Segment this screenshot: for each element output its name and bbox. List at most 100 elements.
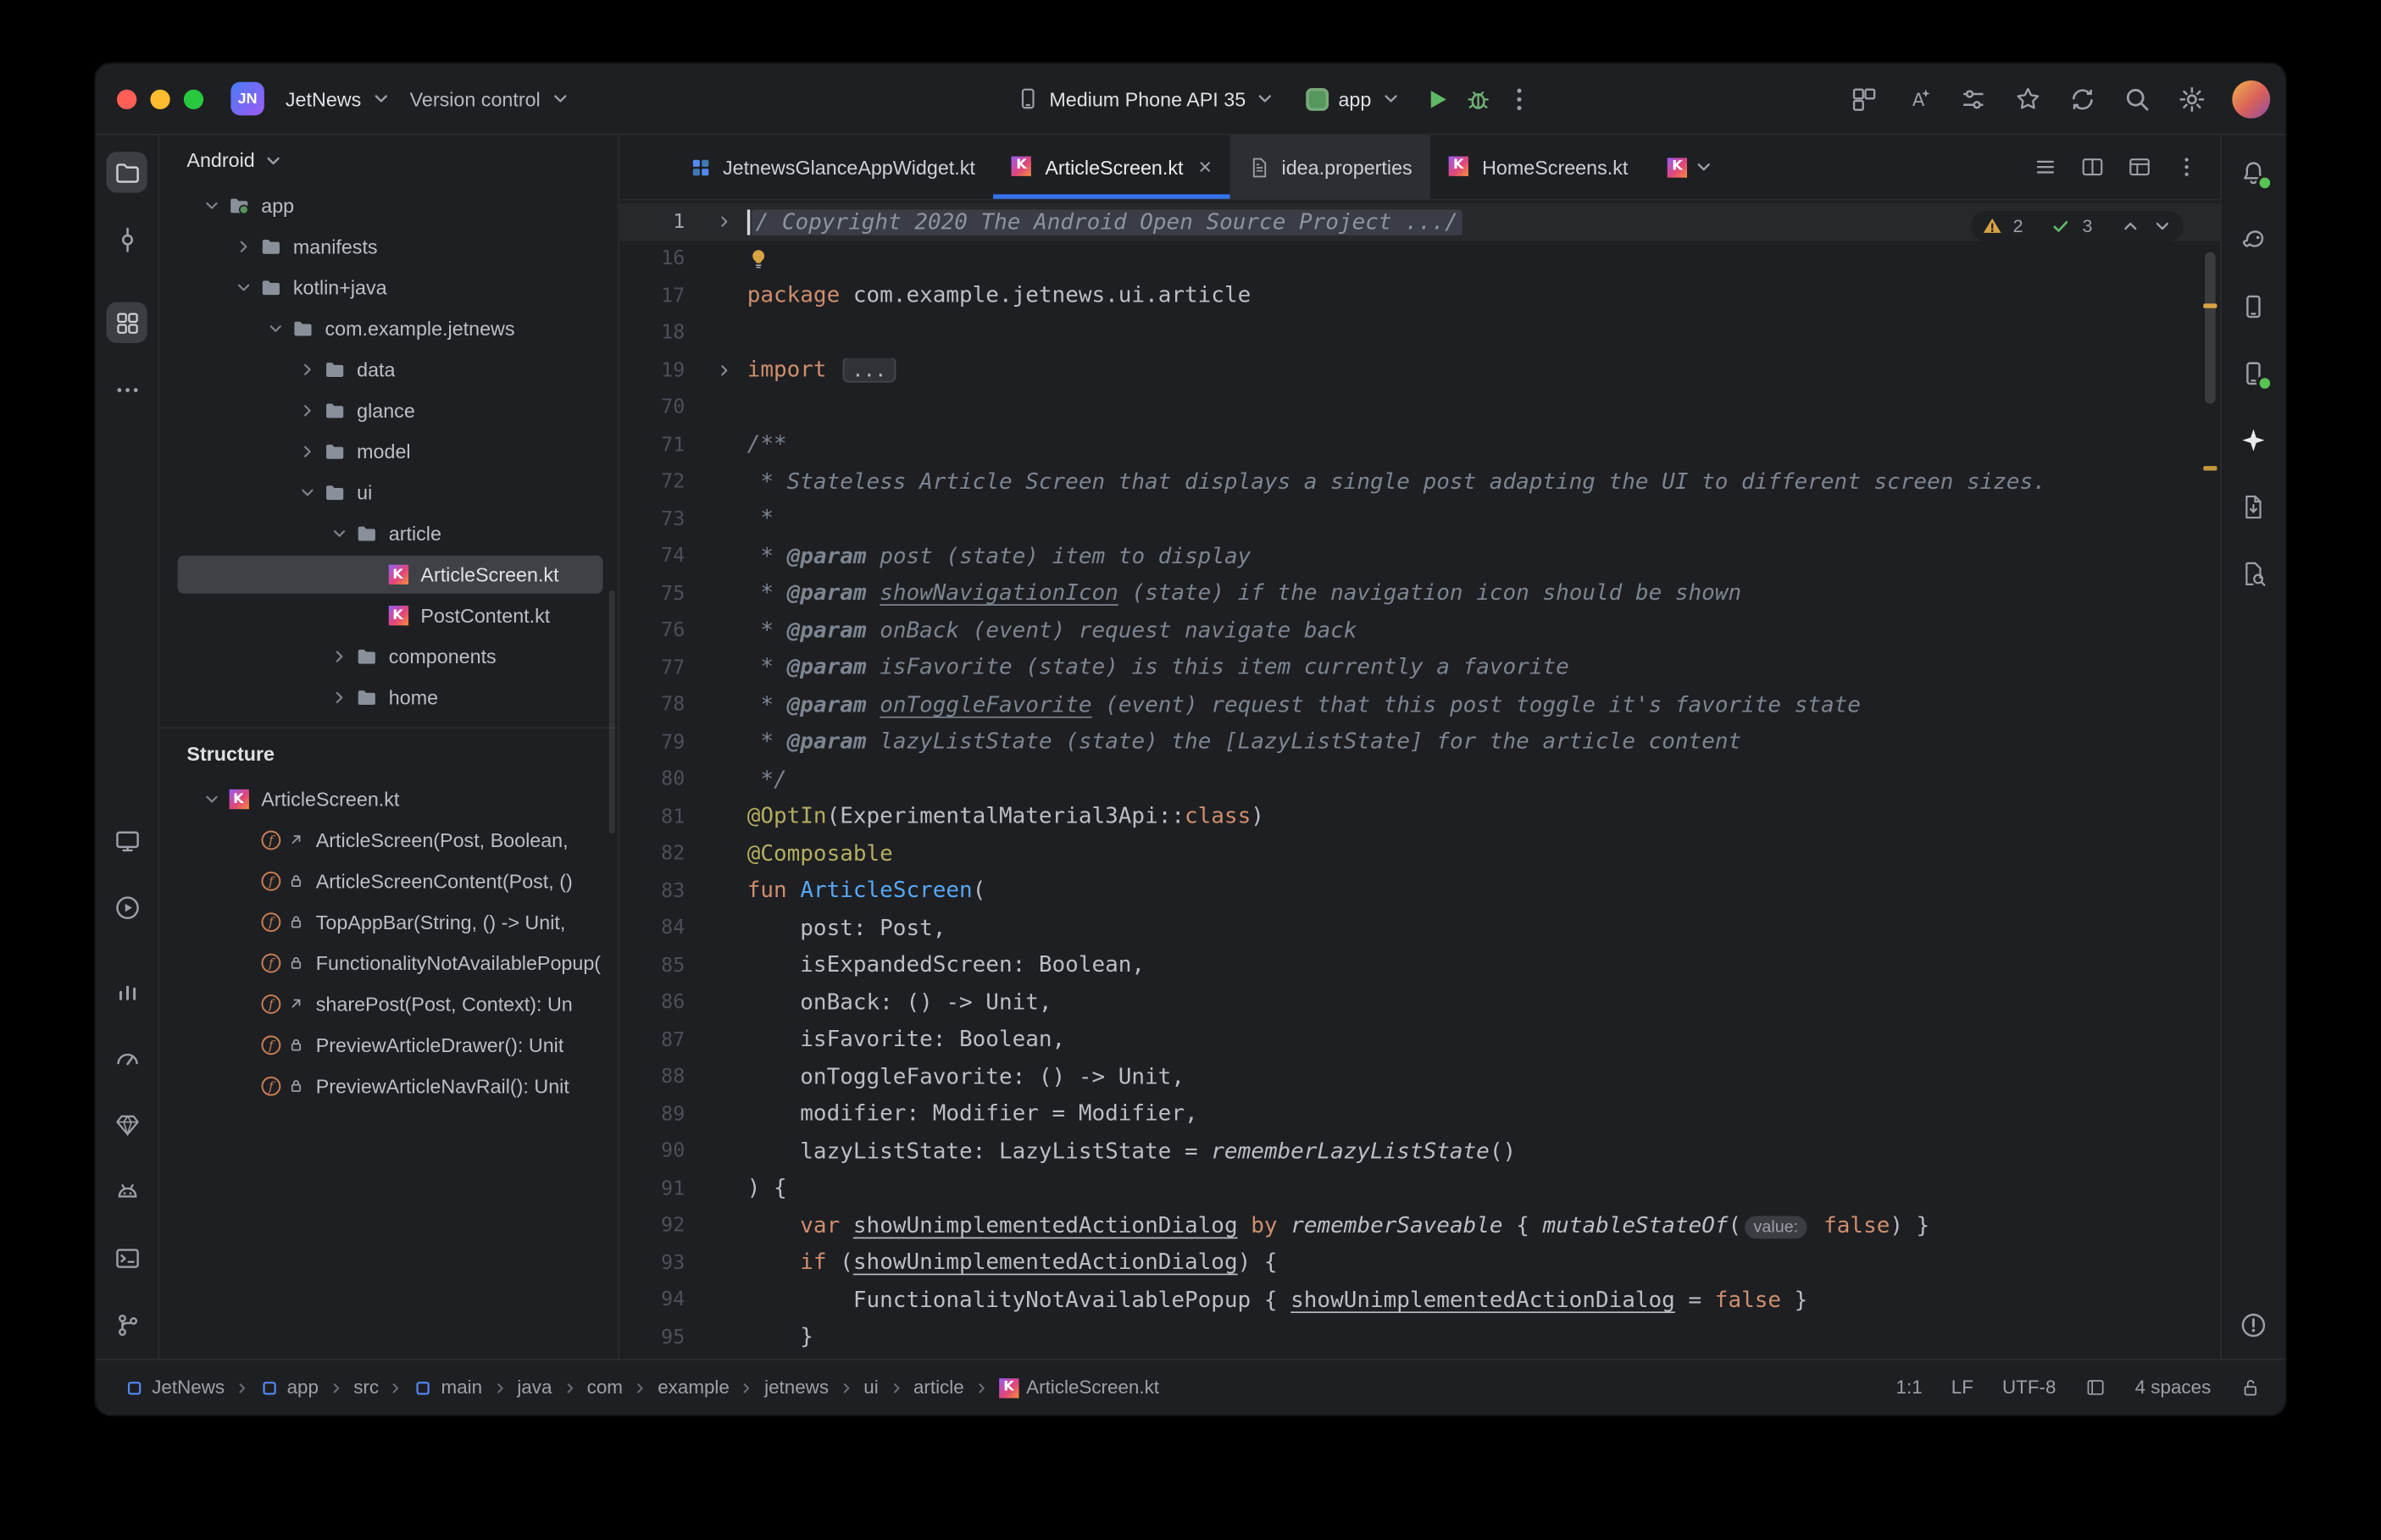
project-tree-item[interactable]: manifests	[159, 226, 618, 267]
chevron-down-icon[interactable]	[261, 317, 288, 341]
code-line[interactable]: 19import ...	[619, 352, 2220, 390]
firebase-tool-button[interactable]	[106, 1104, 147, 1144]
code-line[interactable]: 90 lazyListState: LazyListState = rememb…	[619, 1133, 2220, 1171]
code-line[interactable]: 17package com.example.jetnews.ui.article	[619, 278, 2220, 315]
project-tree-item[interactable]: KPostContent.kt	[159, 595, 618, 635]
code-line[interactable]: 74 * @param post (state) item to display	[619, 538, 2220, 575]
breadcrumb-item[interactable]: java	[513, 1374, 557, 1401]
code-editor[interactable]: 1/ Copyright 2020 The Android Open Sourc…	[619, 201, 2220, 1359]
structure-item[interactable]: fTopAppBar(String, () -> Unit,	[159, 902, 618, 943]
project-scrollbar[interactable]	[609, 590, 615, 834]
code-line[interactable]: 93 if (showUnimplementedActionDialog) {	[619, 1245, 2220, 1282]
chevron-right-icon[interactable]	[293, 440, 320, 464]
code-line[interactable]: 85 isExpandedScreen: Boolean,	[619, 947, 2220, 984]
code-line[interactable]: 79 * @param lazyListState (state) the [L…	[619, 724, 2220, 762]
view-options-button[interactable]	[1959, 84, 1988, 113]
close-button[interactable]	[117, 89, 136, 108]
structure-item[interactable]: fPreviewArticleNavRail(): Unit	[159, 1066, 618, 1106]
chevron-down-icon[interactable]	[293, 480, 320, 505]
editor-tab[interactable]: JetnewsGlanceAppWidget.kt	[671, 135, 993, 198]
more-actions-button[interactable]	[1505, 84, 1534, 113]
breadcrumb-item[interactable]: example	[653, 1374, 734, 1401]
code-line[interactable]: 89 modifier: Modifier = Modifier,	[619, 1096, 2220, 1133]
code-line[interactable]: 81@OptIn(ExperimentalMaterial3Api::class…	[619, 799, 2220, 836]
fold-marker-icon[interactable]	[685, 362, 746, 380]
notifications-button[interactable]	[2233, 152, 2273, 192]
structure-item[interactable]: fArticleScreenContent(Post, ()	[159, 861, 618, 901]
gemini-tool-button[interactable]	[2233, 419, 2273, 460]
encoding-widget[interactable]: UTF-8	[2002, 1377, 2056, 1398]
plugins-button[interactable]	[2013, 84, 2042, 113]
chevron-right-icon[interactable]	[230, 235, 257, 259]
chevron-down-icon[interactable]	[197, 193, 225, 218]
structure-item[interactable]: fFunctionalityNotAvailablePopup(	[159, 943, 618, 983]
project-view-selector[interactable]: Android	[159, 135, 618, 185]
project-tree-item[interactable]: app	[159, 186, 618, 226]
profiler-tool-button[interactable]	[106, 970, 147, 1011]
breadcrumb-item[interactable]: JetNews	[120, 1374, 230, 1401]
run-button[interactable]	[1423, 84, 1451, 113]
run-tool-button[interactable]	[106, 887, 147, 928]
code-line[interactable]: 80 */	[619, 762, 2220, 799]
project-tool-button[interactable]	[106, 152, 147, 192]
indent-widget[interactable]: 4 spaces	[2135, 1377, 2212, 1398]
commit-tool-button[interactable]	[106, 219, 147, 259]
project-tree-item[interactable]: glance	[159, 391, 618, 431]
project-tree-item[interactable]: article	[159, 513, 618, 554]
fullscreen-button[interactable]	[184, 89, 203, 108]
code-line[interactable]: 16	[619, 241, 2220, 278]
project-tree-item[interactable]: KArticleScreen.kt	[159, 554, 618, 595]
editor-layout-button[interactable]	[2128, 155, 2152, 180]
profile-avatar[interactable]	[2232, 80, 2270, 118]
editor-scrollbar[interactable]	[2205, 252, 2216, 403]
structure-item[interactable]: fPreviewArticleDrawer(): Unit	[159, 1025, 618, 1066]
fold-marker-icon[interactable]	[685, 213, 746, 231]
project-tree-item[interactable]: ui	[159, 472, 618, 512]
project-tree-item[interactable]: home	[159, 677, 618, 717]
search-everywhere-button[interactable]	[2123, 84, 2151, 113]
layout-inspector-button[interactable]	[1850, 84, 1879, 113]
code-line[interactable]: 70	[619, 390, 2220, 427]
hidden-tabs-indicator[interactable]: K	[1668, 135, 1715, 198]
logcat-tool-button[interactable]	[106, 1171, 147, 1211]
editor-tab[interactable]: KArticleScreen.kt×	[993, 135, 1229, 198]
project-tree-item[interactable]: components	[159, 636, 618, 677]
code-line[interactable]: 76 * @param onBack (event) request navig…	[619, 612, 2220, 650]
code-line[interactable]: 75 * @param showNavigationIcon (state) i…	[619, 575, 2220, 612]
code-assist-button[interactable]: A	[1904, 84, 1933, 113]
structure-item[interactable]: fsharePost(Post, Context): Un	[159, 983, 618, 1024]
breadcrumb-item[interactable]: article	[909, 1374, 969, 1401]
intention-bulb-icon[interactable]	[747, 248, 770, 271]
warning-count[interactable]: 2	[2013, 215, 2023, 236]
code-line[interactable]: 73 *	[619, 501, 2220, 538]
chevron-right-icon[interactable]	[293, 357, 320, 382]
chevron-down-icon[interactable]	[325, 522, 352, 546]
breadcrumb-item[interactable]: com	[582, 1374, 627, 1401]
chevron-right-icon[interactable]	[325, 685, 352, 710]
breadcrumb-item[interactable]: KArticleScreen.kt	[995, 1374, 1164, 1401]
terminal-tool-button[interactable]	[106, 1238, 147, 1278]
code-line[interactable]: 84 post: Post,	[619, 910, 2220, 947]
split-editor-button[interactable]	[2080, 155, 2105, 180]
code-line[interactable]: 95 }	[619, 1319, 2220, 1356]
code-line[interactable]: 94 FunctionalityNotAvailablePopup { show…	[619, 1282, 2220, 1319]
breadcrumb-item[interactable]: ui	[859, 1374, 883, 1401]
code-line[interactable]: 91) {	[619, 1171, 2220, 1208]
more-tools-button[interactable]	[106, 368, 147, 409]
code-line[interactable]: 78 * @param onToggleFavorite (event) req…	[619, 687, 2220, 724]
passed-count[interactable]: 3	[2083, 215, 2093, 236]
code-line[interactable]: 87 isFavorite: Boolean,	[619, 1022, 2220, 1059]
code-line[interactable]: 83fun ArticleScreen(	[619, 872, 2220, 910]
app-quality-insights-tool-button[interactable]	[106, 1037, 147, 1077]
breadcrumb-item[interactable]: main	[409, 1374, 487, 1401]
previous-problem-button[interactable]	[2120, 215, 2141, 236]
code-line[interactable]: 18	[619, 315, 2220, 352]
caret-position-widget[interactable]: 1:1	[1896, 1377, 1923, 1398]
project-tree-item[interactable]: com.example.jetnews	[159, 308, 618, 349]
project-tree-item[interactable]: data	[159, 349, 618, 390]
code-line[interactable]: 82@Composable	[619, 836, 2220, 873]
structure-root-item[interactable]: KArticleScreen.kt	[159, 778, 618, 819]
line-separator-widget[interactable]: LF	[1951, 1377, 1973, 1398]
breadcrumb-item[interactable]: src	[349, 1374, 384, 1401]
code-line[interactable]: 88 onToggleFavorite: () -> Unit,	[619, 1059, 2220, 1096]
